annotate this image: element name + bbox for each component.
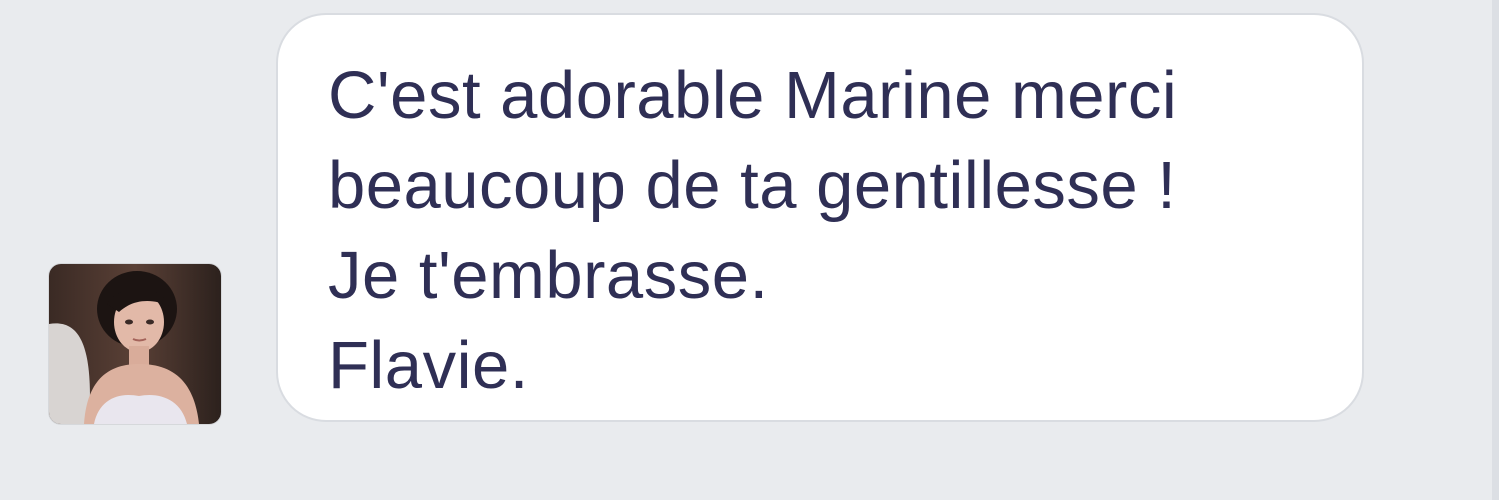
message-text: C'est adorable Marine merci beaucoup de … xyxy=(328,51,1328,411)
message-line: C'est adorable Marine merci xyxy=(328,58,1178,133)
message-bubble[interactable]: C'est adorable Marine merci beaucoup de … xyxy=(276,13,1364,422)
message-line: Je t'embrasse. xyxy=(328,238,769,313)
message-line: Flavie. xyxy=(328,328,529,403)
message-line: beaucoup de ta gentillesse ! xyxy=(328,148,1177,223)
person-avatar-icon xyxy=(49,264,221,424)
sender-avatar[interactable] xyxy=(49,264,221,424)
message-row: C'est adorable Marine merci beaucoup de … xyxy=(0,0,1499,500)
